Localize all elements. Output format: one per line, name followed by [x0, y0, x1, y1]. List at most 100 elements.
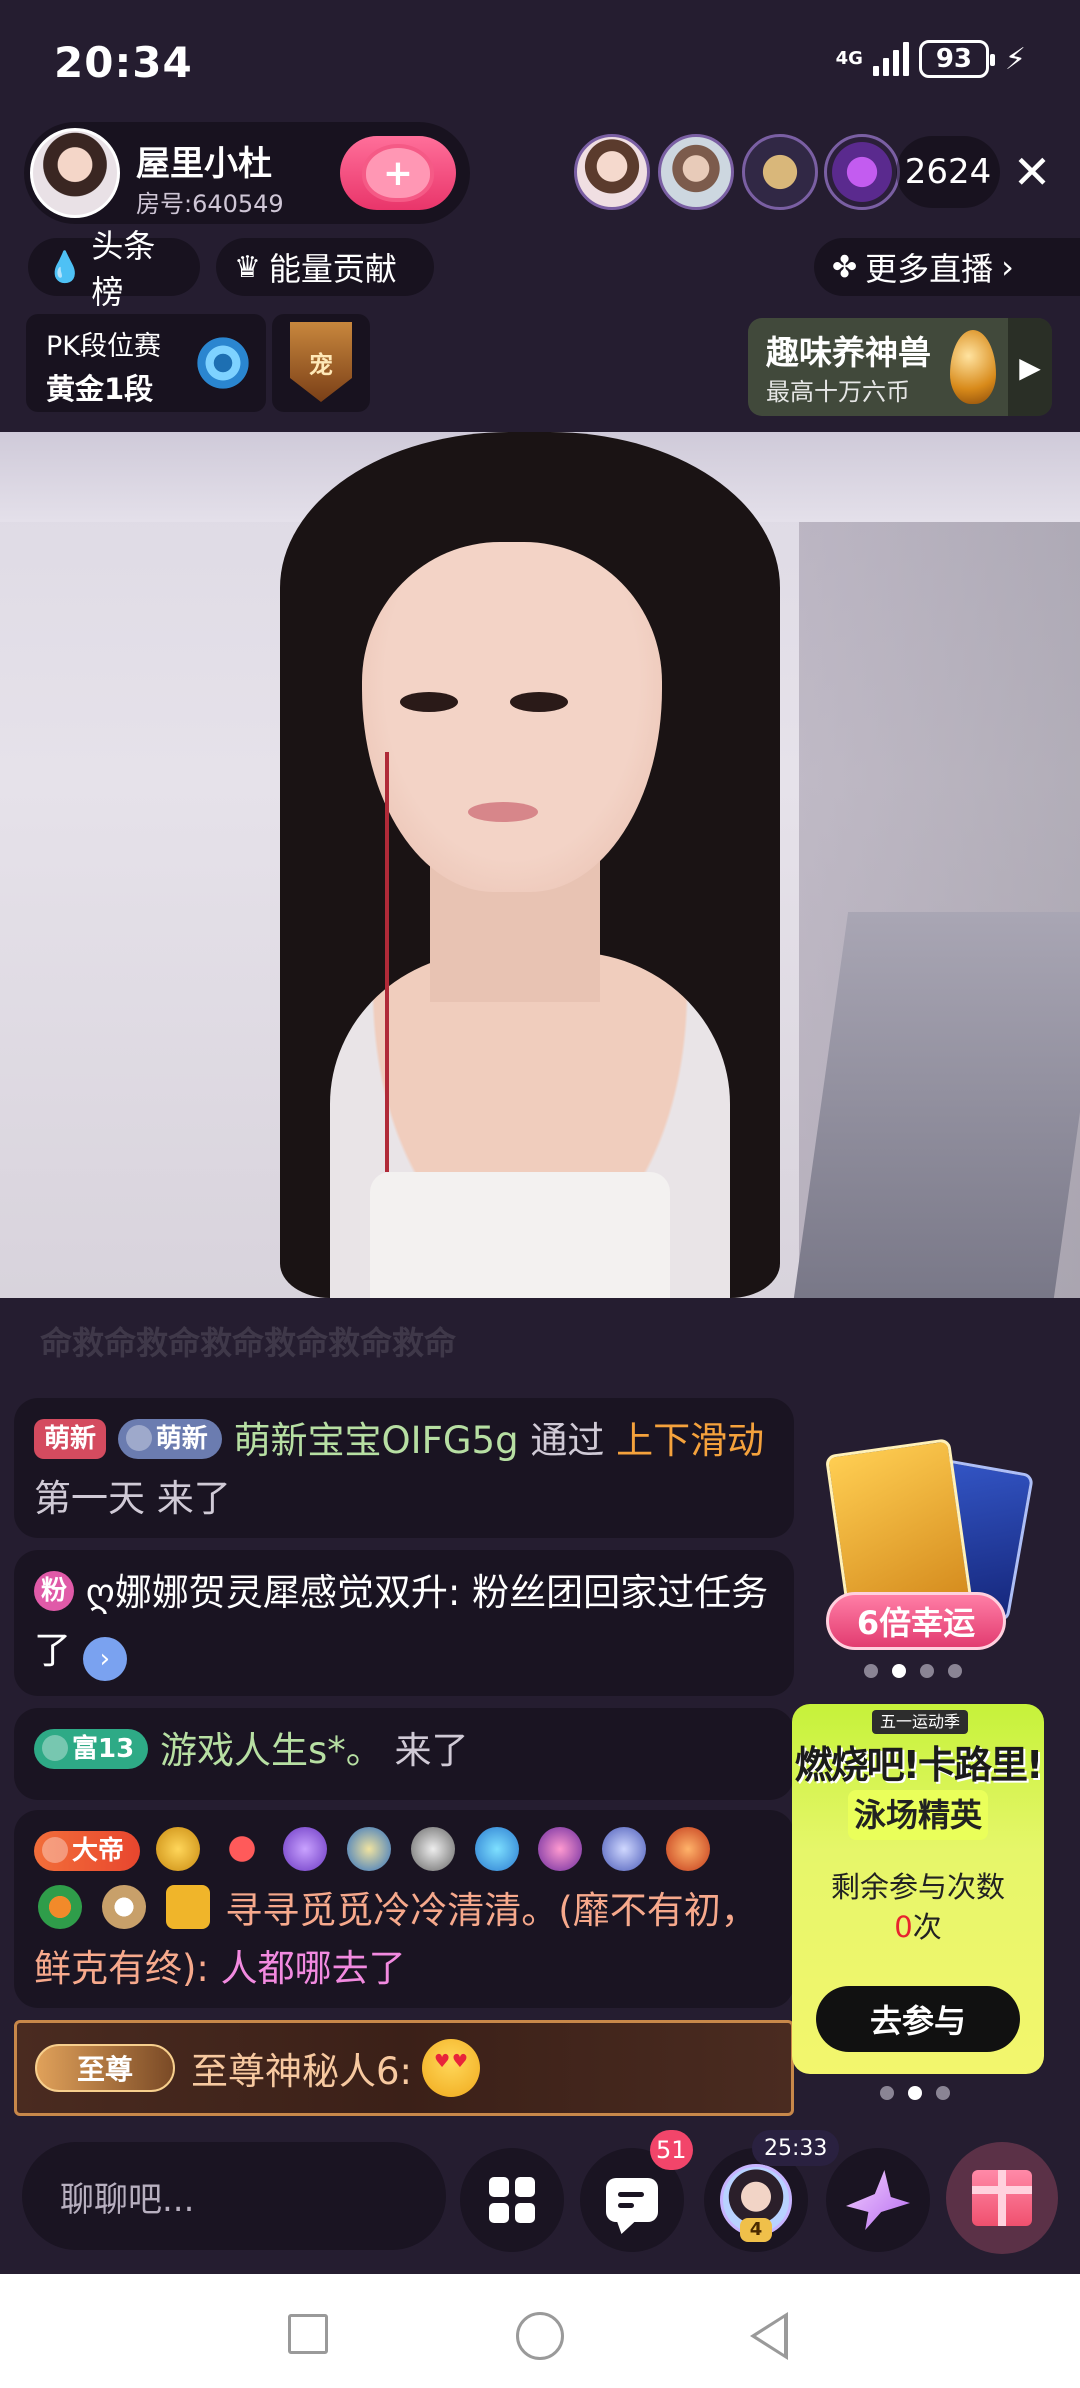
viewer-avatar[interactable]: [658, 134, 734, 210]
video-desk: [791, 912, 1080, 1298]
chat-message[interactable]: 大帝 寻寻觅觅冷冷清清。(靡不有初，鲜克有终): 人都哪去了: [14, 1810, 794, 2008]
triangle-icon: [42, 1735, 68, 1761]
wings-medal-icon: [283, 1827, 328, 1871]
drop-icon: 💧: [46, 249, 84, 285]
carousel-indicator: [880, 2086, 950, 2100]
emperor-tag-label: 大帝: [72, 1836, 125, 1866]
recent-apps-icon[interactable]: [288, 2314, 328, 2354]
dragon-medal-icon: [665, 1827, 710, 1871]
level-tag: 萌新: [117, 1419, 222, 1459]
level-tag-label: 萌新: [155, 1424, 208, 1454]
faded-chat-text: 命救命救命救命救命救命救命: [40, 1324, 457, 1362]
signal-icon: [872, 42, 909, 76]
host-card[interactable]: 屋里小杜 房号:640549 +: [24, 122, 470, 224]
more-live-label: 更多直播: [865, 250, 994, 288]
emperor-tag: 大帝: [34, 1831, 141, 1871]
carousel-indicator: [864, 1664, 962, 1678]
viewer-avatar[interactable]: [574, 134, 650, 210]
battery-icon: 93: [918, 40, 995, 78]
pk-title: PK段位赛: [46, 331, 161, 362]
paper-crane-icon: [846, 2170, 910, 2230]
newbie-tag: 萌新: [34, 1419, 107, 1459]
shield-badge-icon: 宠: [290, 322, 352, 402]
fan-tag: 粉: [34, 1571, 74, 1611]
viewer-count[interactable]: 2624: [896, 136, 1000, 208]
pet-promo-banner[interactable]: 趣味养神兽 最高十万六币 ▶: [748, 318, 1052, 416]
join-event-button[interactable]: 去参与: [816, 1986, 1020, 2052]
system-nav-bar: [0, 2274, 1080, 2388]
supreme-entry-banner[interactable]: 至尊 至尊神秘人6:: [14, 2020, 794, 2116]
chat-connector: 通过: [530, 1419, 605, 1462]
pet-badge-card[interactable]: 宠: [272, 314, 370, 412]
chevron-right-icon: ›: [1001, 248, 1014, 286]
live-video[interactable]: [0, 432, 1080, 1298]
event-promo-card[interactable]: 五一运动季 燃烧吧!卡路里! 泳场精英 剩余参与次数 0次 去参与: [792, 1704, 1044, 2074]
event-remaining-count: 0次: [792, 1904, 1044, 1946]
grid-icon: ✤: [832, 249, 858, 285]
headline-rank-chip[interactable]: 💧 头条榜: [28, 227, 200, 311]
streamer-lips: [468, 802, 538, 822]
supreme-tag: 至尊: [35, 2044, 175, 2092]
chat-text: ღ娜娜贺灵犀感觉双升: 粉丝团回家过任务了: [34, 1571, 769, 1672]
network-label: 4G: [835, 48, 863, 69]
wealth-tag: 富13: [34, 1729, 149, 1769]
paper-crane-button[interactable]: [826, 2148, 930, 2252]
shield-medal-icon: [602, 1827, 647, 1871]
chat-bubble-icon: [606, 2178, 658, 2222]
status-bar: 20:34 4G 93 ⚡: [0, 0, 1080, 120]
swirl-medal-icon: [410, 1827, 455, 1871]
host-room-number: 房号:640549: [136, 190, 284, 218]
heart-plus-icon: +: [366, 148, 430, 198]
event-title: 燃烧吧!卡路里!: [794, 1743, 1044, 1787]
more-apps-button[interactable]: [460, 2148, 564, 2252]
unread-badge: 51: [650, 2130, 693, 2170]
play-arrow-icon[interactable]: ▶: [1008, 318, 1052, 416]
viewer-avatar[interactable]: [824, 134, 900, 210]
promo-subtitle: 最高十万六币: [766, 378, 910, 406]
host-avatar[interactable]: [30, 128, 120, 218]
chat-entry-method: 上下滑动: [616, 1419, 765, 1462]
avatar-level-badge: 4: [740, 2218, 772, 2242]
clock: 20:34: [54, 38, 193, 87]
energy-contribution-chip[interactable]: ♛ 能量贡献: [216, 238, 434, 296]
user-card-icon: [165, 1885, 210, 1929]
streamer-eye: [400, 692, 458, 712]
chat-text: 来了: [394, 1729, 469, 1772]
chat-input[interactable]: 聊聊吧...: [22, 2142, 446, 2250]
pk-rank: 黄金1段: [46, 372, 154, 406]
viewer-avatar[interactable]: [742, 134, 818, 210]
chat-username[interactable]: 萌新宝宝OIFG5g: [234, 1419, 519, 1462]
chat-text: 人都哪去了: [220, 1947, 406, 1990]
countdown-timer: 25:33: [752, 2130, 840, 2166]
compass-medal-icon: [347, 1827, 392, 1871]
gem-medal-icon: [474, 1827, 519, 1871]
chat-message[interactable]: 富13 游戏人生s*。 来了: [14, 1708, 794, 1800]
streamer-face: [362, 542, 662, 892]
status-icons: 4G 93 ⚡: [836, 40, 1026, 78]
chevron-right-icon[interactable]: ›: [82, 1637, 127, 1681]
remaining-count-unit: 次: [912, 1910, 942, 1944]
emblem-icon: [42, 1837, 68, 1863]
chat-message[interactable]: 萌新 萌新 萌新宝宝OIFG5g 通过 上下滑动 第一天 来了: [14, 1398, 794, 1538]
streamer-eye: [510, 692, 568, 712]
gift-button[interactable]: [946, 2142, 1058, 2254]
triangle-icon: [125, 1425, 152, 1451]
follow-button[interactable]: +: [340, 136, 456, 210]
star-medal-icon: [155, 1827, 200, 1871]
pk-rank-card[interactable]: PK段位赛 黄金1段: [26, 314, 266, 412]
earphone-cord: [385, 752, 389, 1172]
chat-message[interactable]: 粉 ღ娜娜贺灵犀感觉双升: 粉丝团回家过任务了 ›: [14, 1550, 794, 1696]
egg-icon: [950, 330, 996, 404]
home-icon[interactable]: [516, 2312, 564, 2360]
flower-medal-icon: [38, 1885, 82, 1929]
chat-username[interactable]: 游戏人生s*。: [160, 1729, 383, 1772]
host-name: 屋里小杜: [136, 144, 272, 184]
swirl-rank-icon: [194, 334, 252, 392]
charging-icon: ⚡: [1004, 41, 1026, 77]
lucky-multiplier-label[interactable]: 6倍幸运: [826, 1592, 1006, 1650]
more-live-chip[interactable]: ✤ 更多直播 ›: [814, 238, 1080, 296]
remaining-count-value: 0: [894, 1910, 913, 1944]
event-season-tag: 五一运动季: [872, 1710, 969, 1734]
close-icon[interactable]: ✕: [1006, 146, 1058, 198]
wealth-tag-label: 富13: [72, 1734, 135, 1764]
